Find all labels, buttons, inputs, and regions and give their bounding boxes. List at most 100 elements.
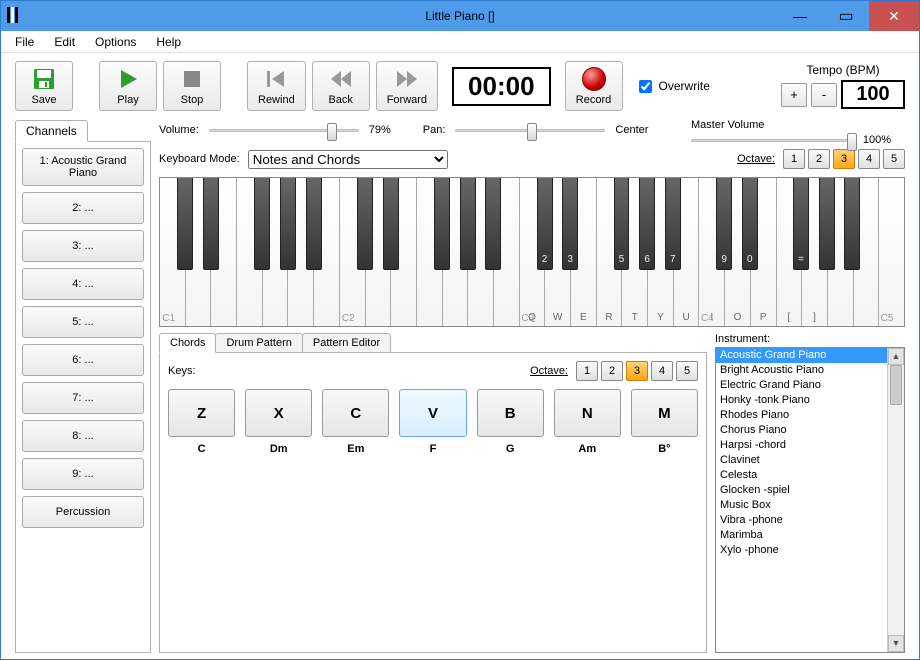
channel-button-5[interactable]: 5: ... xyxy=(22,306,144,338)
octave-button-4[interactable]: 4 xyxy=(651,361,673,381)
channel-button-2[interactable]: 2: ... xyxy=(22,192,144,224)
channel-button-7[interactable]: 7: ... xyxy=(22,382,144,414)
white-key[interactable] xyxy=(314,178,340,326)
chord-pad-B[interactable]: B xyxy=(477,389,544,437)
scrollbar[interactable]: ▲ ▼ xyxy=(887,348,904,652)
instrument-item[interactable]: Electric Grand Piano xyxy=(716,378,887,393)
instrument-item[interactable]: Marimba xyxy=(716,528,887,543)
overwrite-checkbox[interactable]: Overwrite xyxy=(635,77,710,96)
white-key[interactable] xyxy=(263,178,289,326)
tab-chords[interactable]: Chords xyxy=(159,333,216,353)
rewind-button[interactable]: Rewind xyxy=(247,61,306,111)
white-key[interactable] xyxy=(391,178,417,326)
channel-button-6[interactable]: 6: ... xyxy=(22,344,144,376)
white-key[interactable]: T xyxy=(622,178,648,326)
white-key[interactable] xyxy=(879,178,904,326)
white-key[interactable]: R xyxy=(597,178,623,326)
instrument-item[interactable]: Music Box xyxy=(716,498,887,513)
octave-button-3[interactable]: 3 xyxy=(626,361,648,381)
white-key[interactable] xyxy=(211,178,237,326)
instrument-item[interactable]: Chorus Piano xyxy=(716,423,887,438)
instrument-item[interactable]: Bright Acoustic Piano xyxy=(716,363,887,378)
scroll-down-icon[interactable]: ▼ xyxy=(888,635,904,652)
menu-options[interactable]: Options xyxy=(87,33,144,51)
piano-keyboard[interactable]: QWERTYUIOP[] 2356790= C1C2C3C4C5 xyxy=(159,177,905,327)
chord-pad-Z[interactable]: Z xyxy=(168,389,235,437)
white-key[interactable] xyxy=(366,178,392,326)
instrument-item[interactable]: Honky -tonk Piano xyxy=(716,393,887,408)
instrument-item[interactable]: Acoustic Grand Piano xyxy=(716,348,887,363)
keyboard-mode-select[interactable]: Notes and Chords xyxy=(248,150,448,169)
instrument-item[interactable]: Glocken -spiel xyxy=(716,483,887,498)
tab-drum-pattern[interactable]: Drum Pattern xyxy=(215,333,302,353)
white-key[interactable]: P xyxy=(751,178,777,326)
white-key[interactable] xyxy=(160,178,186,326)
instrument-item[interactable]: Vibra -phone xyxy=(716,513,887,528)
white-key[interactable]: E xyxy=(571,178,597,326)
white-key[interactable] xyxy=(468,178,494,326)
octave-button-5[interactable]: 5 xyxy=(676,361,698,381)
chord-pad-V[interactable]: V xyxy=(399,389,466,437)
instrument-item[interactable]: Harpsi -chord xyxy=(716,438,887,453)
channel-button-8[interactable]: 8: ... xyxy=(22,420,144,452)
white-key[interactable] xyxy=(237,178,263,326)
octave-button-2[interactable]: 2 xyxy=(601,361,623,381)
white-key[interactable] xyxy=(340,178,366,326)
instrument-item[interactable]: Rhodes Piano xyxy=(716,408,887,423)
white-key[interactable] xyxy=(828,178,854,326)
tab-pattern-editor[interactable]: Pattern Editor xyxy=(302,333,391,353)
menu-help[interactable]: Help xyxy=(148,33,189,51)
chord-pad-C[interactable]: C xyxy=(322,389,389,437)
channel-button-9[interactable]: 9: ... xyxy=(22,458,144,490)
octave-button-1[interactable]: 1 xyxy=(783,149,805,169)
tempo-input[interactable] xyxy=(841,80,905,109)
white-key[interactable] xyxy=(854,178,880,326)
menu-file[interactable]: File xyxy=(7,33,42,51)
octave-button-2[interactable]: 2 xyxy=(808,149,830,169)
white-key[interactable] xyxy=(288,178,314,326)
stop-button[interactable]: Stop xyxy=(163,61,221,111)
pan-slider[interactable] xyxy=(455,121,605,139)
back-button[interactable]: Back xyxy=(312,61,370,111)
tempo-down-button[interactable]: - xyxy=(811,83,837,107)
white-key[interactable]: U xyxy=(674,178,700,326)
octave-button-1[interactable]: 1 xyxy=(576,361,598,381)
instrument-listbox[interactable]: Acoustic Grand PianoBright Acoustic Pian… xyxy=(715,347,905,653)
scroll-thumb[interactable] xyxy=(890,365,902,405)
record-button[interactable]: Record xyxy=(565,61,623,111)
save-button[interactable]: Save xyxy=(15,61,73,111)
chord-pad-N[interactable]: N xyxy=(554,389,621,437)
white-key[interactable]: [ xyxy=(777,178,803,326)
master-volume-slider[interactable] xyxy=(691,131,857,149)
octave-button-3[interactable]: 3 xyxy=(833,149,855,169)
octave-button-4[interactable]: 4 xyxy=(858,149,880,169)
white-key[interactable]: O xyxy=(725,178,751,326)
white-key[interactable]: ] xyxy=(802,178,828,326)
channel-button-4[interactable]: 4: ... xyxy=(22,268,144,300)
white-key[interactable] xyxy=(186,178,212,326)
instrument-item[interactable]: Clavinet xyxy=(716,453,887,468)
white-key[interactable]: I xyxy=(699,178,725,326)
menu-bar: File Edit Options Help xyxy=(1,31,919,53)
tempo-up-button[interactable]: + xyxy=(781,83,807,107)
instrument-item[interactable]: Celesta xyxy=(716,468,887,483)
scroll-up-icon[interactable]: ▲ xyxy=(888,348,904,365)
channel-button-10[interactable]: Percussion xyxy=(22,496,144,528)
white-key[interactable]: Q xyxy=(520,178,546,326)
white-key[interactable] xyxy=(494,178,520,326)
menu-edit[interactable]: Edit xyxy=(46,33,83,51)
white-key[interactable] xyxy=(417,178,443,326)
octave-button-5[interactable]: 5 xyxy=(883,149,905,169)
channels-tab[interactable]: Channels xyxy=(15,120,88,142)
white-key[interactable]: Y xyxy=(648,178,674,326)
volume-slider[interactable] xyxy=(209,121,359,139)
forward-button[interactable]: Forward xyxy=(376,61,438,111)
chord-pad-X[interactable]: X xyxy=(245,389,312,437)
channel-button-1[interactable]: 1: Acoustic Grand Piano xyxy=(22,148,144,186)
play-button[interactable]: Play xyxy=(99,61,157,111)
white-key[interactable]: W xyxy=(545,178,571,326)
channel-button-3[interactable]: 3: ... xyxy=(22,230,144,262)
instrument-item[interactable]: Xylo -phone xyxy=(716,543,887,558)
white-key[interactable] xyxy=(443,178,469,326)
chord-pad-M[interactable]: M xyxy=(631,389,698,437)
